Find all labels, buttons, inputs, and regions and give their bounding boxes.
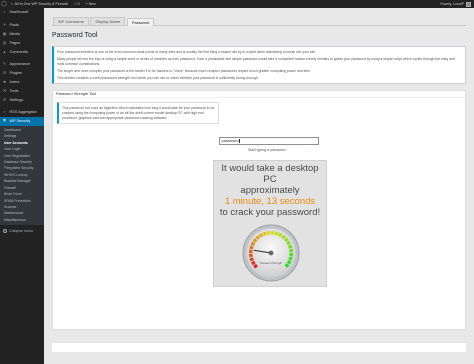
menu-label: Settings [9,97,24,102]
gauge-scale-segment [289,253,293,257]
users-icon: ☻ [2,78,7,84]
strength-gauge: Password Strength [242,224,300,282]
collapse-menu-button[interactable]: Collapse menu [0,227,44,235]
password-strength-postbox: Password Strength Tool This password too… [52,90,466,330]
site-name-label: All In One WP Security & Firewall [14,2,68,6]
notice-paragraph: Poor password selection is one of the mo… [57,49,317,54]
menu-label: Appearance [9,62,30,67]
menu-item-appearance[interactable]: ✎ Appearance [0,60,44,69]
tab-display-name[interactable]: Display Name [90,17,126,25]
menu-item-wp-security[interactable]: ⛨ WP Security [0,116,44,126]
wp-security-submenu: Dashboard Settings User Accounts User Lo… [0,125,44,226]
menu-label: RSS Aggregator [9,110,37,115]
password-hint: Start typing a password. [248,148,287,152]
postbox-title: Password Strength Tool [53,91,465,98]
comments-count: 0 [77,2,80,6]
admin-bar: ◯ ⌂ All In One WP Security & Firewall □ … [0,0,474,8]
menu-item-rss-aggregator[interactable]: ≈ RSS Aggregator [0,108,44,117]
notice-paragraph: The longer and more complex your passwor… [57,68,311,73]
wordpress-logo-icon[interactable]: ◯ [0,0,8,8]
howdy-label: Howdy, LocalP [440,2,464,6]
crack-time-value: 1 minute, 13 seconds [224,196,316,207]
menu-item-dashboard[interactable]: ◐ Dashboard [0,8,44,17]
main-content: WP Username Display Name Password Passwo… [44,8,474,364]
comments-link[interactable]: □ 0 [71,2,83,6]
notice-paragraph: Many people fall into the trap of using … [57,56,455,66]
collapse-arrow-icon [2,229,7,234]
menu-label: Dashboard [9,10,29,15]
gauge-hub [268,250,274,256]
gauge-scale-segment [249,249,253,253]
wrench-icon: ⚒ [2,87,7,93]
result-line: to crack your password! [219,207,321,218]
notice-paragraph: This section contains a useful password … [57,75,259,80]
info-notice: Poor password selection is one of the mo… [52,46,466,84]
brush-icon: ✎ [2,61,7,67]
comment-icon: ▲ [2,48,7,54]
pin-icon: ✶ [2,22,7,28]
password-input[interactable]: password [219,137,319,145]
page-title: Password Tool [52,32,98,39]
menu-item-pages[interactable]: ▤ Pages [0,38,44,47]
result-line: approximately [240,185,300,196]
menu-item-settings[interactable]: ☰ Settings [0,95,44,104]
menu-item-plugins[interactable]: ⚙ Plugins [0,69,44,78]
my-account[interactable]: Howdy, LocalP [440,1,474,7]
menu-item-comments[interactable]: ▲ Comments [0,47,44,56]
menu-label: Users [9,79,20,84]
menu-label: Plugins [9,71,22,76]
menu-label: WP Security [9,119,31,124]
menu-item-posts[interactable]: ✶ Posts [0,21,44,30]
menu-item-media[interactable]: ▣ Media [0,30,44,39]
crack-time-result: It would take a desktop PC approximately… [213,160,327,287]
text-caret [238,138,240,144]
nav-tabs: WP Username Display Name Password [52,17,466,26]
collapse-label: Collapse menu [9,229,33,234]
avatar [466,1,471,7]
menu-item-tools[interactable]: ⚒ Tools [0,86,44,95]
site-name-link[interactable]: ⌂ All In One WP Security & Firewall [8,2,71,6]
tool-description: This password tool uses an algorithm whi… [57,102,219,124]
dashboard-icon: ◐ [3,9,6,15]
new-content-link[interactable]: + New [83,2,99,6]
submenu-item-miscellaneous[interactable]: Miscellaneous [0,217,44,223]
tab-wp-username[interactable]: WP Username [53,17,89,25]
settings-icon: ☰ [2,96,7,102]
menu-item-users[interactable]: ☻ Users [0,78,44,87]
password-input-value: password [221,138,239,143]
shield-icon: ⛨ [3,118,6,124]
admin-sidebar: ◐ Dashboard ✶ Posts ▣ Media ▤ Pages ▲ Comment… [0,8,44,364]
menu-label: Tools [9,88,19,93]
rss-icon: ≈ [3,109,6,115]
menu-label: Pages [9,40,21,45]
gauge-scale-segment [271,231,275,235]
gauge-label: Password Strength [260,261,282,265]
menu-label: Comments [9,49,28,54]
pages-icon: ▤ [2,39,7,45]
tab-password[interactable]: Password [126,17,155,26]
menu-label: Posts [9,23,20,28]
menu-label: Media [9,31,20,36]
media-icon: ▣ [2,30,7,36]
result-line: It would take a desktop PC [221,163,319,185]
comment-icon: □ [73,2,77,6]
plugin-icon: ⚙ [2,70,7,76]
home-icon: ⌂ [11,2,14,6]
footer-area [52,342,466,352]
